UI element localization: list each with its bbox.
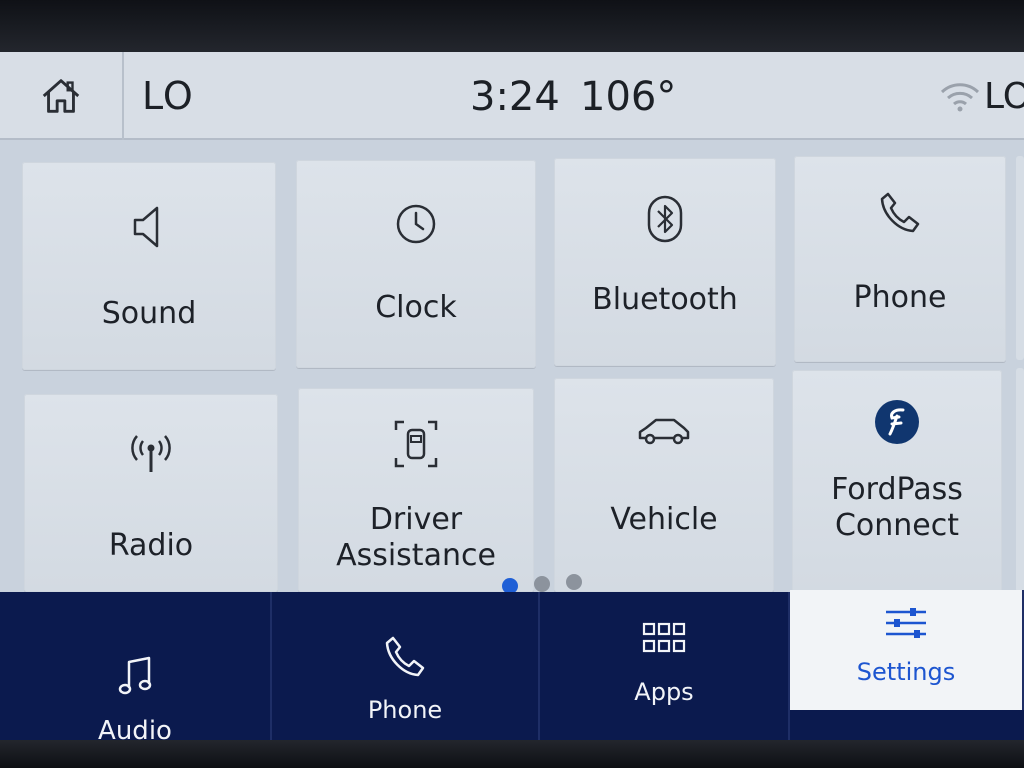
- home-icon: [42, 79, 80, 113]
- infotainment-screen: LO 3:24 106° LO Sound Clock Bluetooth Ph…: [0, 52, 1024, 744]
- tile-sound[interactable]: Sound: [22, 162, 276, 370]
- car-icon: [554, 414, 774, 448]
- tile-label-line1: Driver: [369, 502, 463, 537]
- tile-vehicle[interactable]: Vehicle: [554, 378, 774, 592]
- phone-icon: [272, 634, 538, 678]
- clock-icon: [296, 202, 536, 246]
- next-tile-edge: [1016, 156, 1024, 360]
- bluetooth-icon: [554, 194, 776, 244]
- phone-icon: [794, 190, 1006, 234]
- apps-grid-icon: [540, 622, 788, 654]
- nav-audio[interactable]: Audio: [0, 592, 272, 744]
- tile-label: Sound: [101, 296, 197, 331]
- tile-phone[interactable]: Phone: [794, 156, 1006, 362]
- tile-label: Phone: [853, 280, 947, 315]
- tile-label-line1: FordPass: [831, 472, 963, 507]
- tile-label-line2: Assistance: [336, 538, 496, 573]
- wifi-icon: [940, 83, 980, 112]
- tile-clock[interactable]: Clock: [296, 160, 536, 368]
- home-button[interactable]: [0, 52, 124, 140]
- status-bar: LO 3:24 106° LO: [0, 52, 1024, 140]
- bottom-nav-bar: Audio Phone Apps Settings: [0, 590, 1024, 744]
- tile-label: Bluetooth: [592, 282, 738, 317]
- screen-bezel-bottom: [0, 740, 1024, 768]
- passenger-temperature[interactable]: LO: [984, 76, 1024, 117]
- screen-bezel-top: [0, 0, 1024, 52]
- driver-assist-icon: [298, 418, 534, 470]
- music-note-icon: [0, 654, 270, 698]
- tile-label-line2: Connect: [834, 508, 960, 543]
- radio-antenna-icon: [24, 432, 278, 476]
- nav-settings[interactable]: Settings: [790, 590, 1024, 710]
- page-indicator-dot-3[interactable]: [566, 574, 582, 590]
- nav-label: Settings: [856, 658, 956, 686]
- next-tile-edge: [1016, 368, 1024, 592]
- tile-driver-assistance[interactable]: Driver Assistance: [298, 388, 534, 592]
- tile-label: Clock: [375, 290, 457, 325]
- nav-phone[interactable]: Phone: [272, 592, 540, 744]
- settings-sliders-icon: [790, 606, 1022, 640]
- nav-label: Apps: [634, 678, 694, 706]
- tile-radio[interactable]: Radio: [24, 394, 278, 592]
- outside-temperature: 106°: [580, 74, 677, 120]
- fordpass-logo-icon: [792, 398, 1002, 446]
- tile-label: Radio: [108, 528, 194, 563]
- tile-fordpass-connect[interactable]: FordPass Connect: [792, 370, 1002, 592]
- driver-temperature[interactable]: LO: [142, 74, 194, 118]
- clock-time: 3:24: [470, 74, 560, 120]
- speaker-icon: [22, 202, 276, 252]
- page-indicator-dot-2[interactable]: [534, 576, 550, 592]
- tile-label: Vehicle: [610, 502, 718, 537]
- tile-bluetooth[interactable]: Bluetooth: [554, 158, 776, 366]
- nav-label: Phone: [367, 696, 443, 724]
- nav-apps[interactable]: Apps: [540, 592, 790, 744]
